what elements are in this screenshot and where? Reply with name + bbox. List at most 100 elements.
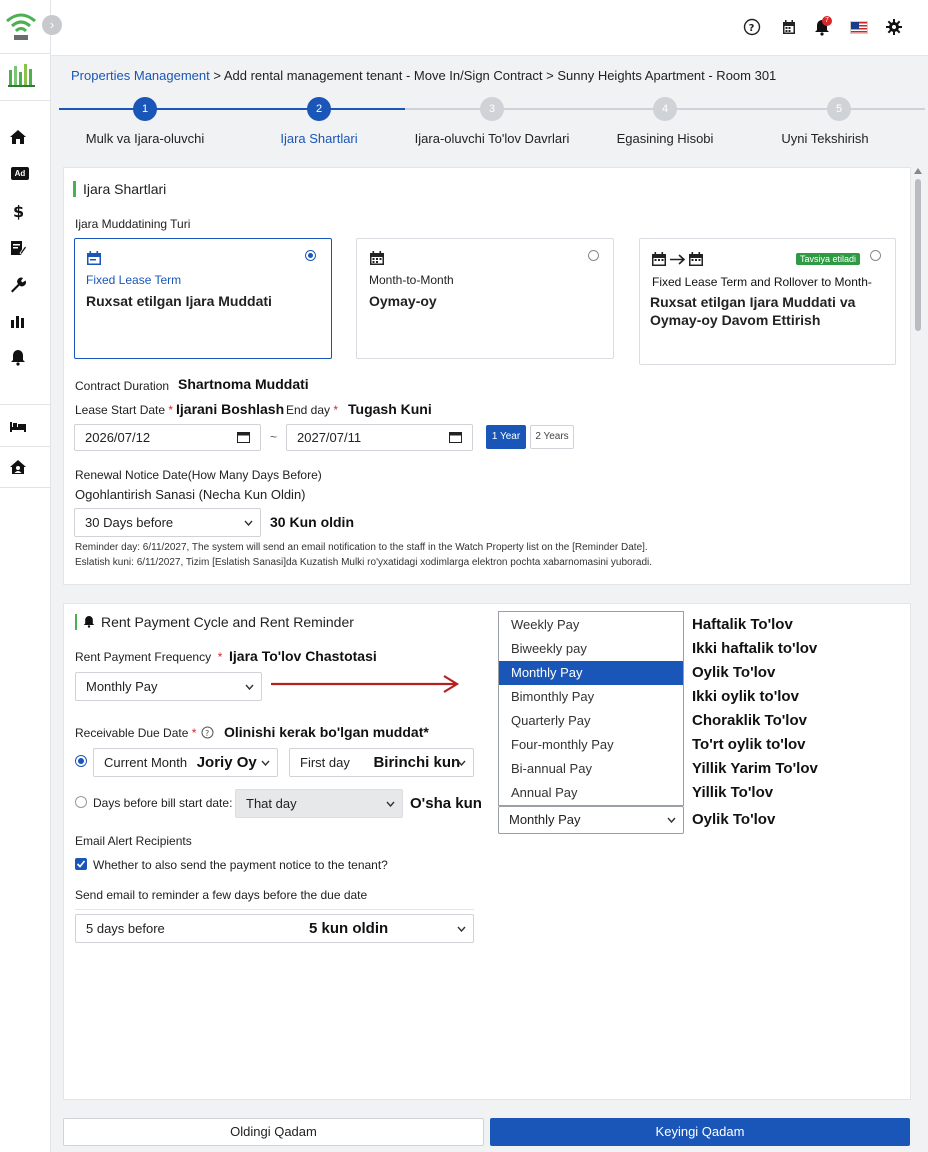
home-icon[interactable]: [9, 128, 31, 148]
contract-edit-icon[interactable]: [9, 239, 31, 259]
chevron-down-icon: [261, 760, 270, 766]
bell-icon[interactable]: [9, 348, 31, 368]
current-month-select[interactable]: Current Month Joriy Oy: [93, 748, 278, 777]
house-user-icon[interactable]: [9, 458, 31, 478]
scrollbar-thumb[interactable]: [915, 179, 921, 331]
reminder-days-select[interactable]: 5 days before 5 kun oldin: [75, 914, 474, 943]
help-icon[interactable]: ?: [201, 726, 214, 739]
scroll-up-icon[interactable]: [914, 168, 922, 174]
payment-frequency-select[interactable]: Monthly Pay: [498, 806, 684, 834]
renewal-notice-select[interactable]: 30 Days before: [74, 508, 261, 537]
translation-weekly: Haftalik To'lov: [692, 616, 793, 633]
us-flag-icon[interactable]: [850, 21, 868, 34]
current-month-value: Current Month: [104, 755, 188, 770]
first-day-uz: Birinchi kun: [373, 754, 461, 771]
option-month-to-month-en: Month-to-Month: [369, 273, 454, 287]
dropdown-option-biweekly[interactable]: Biweekly pay: [499, 637, 683, 661]
step-2-label[interactable]: Ijara Shartlari: [280, 131, 357, 146]
payment-frequency-selected: Monthly Pay: [509, 812, 581, 827]
step-4-circle[interactable]: 4: [653, 97, 677, 121]
step-1-circle[interactable]: 1: [133, 97, 157, 121]
svg-text:$: $: [13, 202, 24, 220]
recommended-badge: Tavsiya etiladi: [796, 253, 861, 265]
translation-bi-annual: Yillik Yarim To'lov: [692, 760, 818, 777]
dollar-icon[interactable]: $: [9, 202, 31, 222]
date-range-separator: ~: [270, 430, 278, 444]
bed-icon[interactable]: [9, 417, 31, 437]
step-1-label[interactable]: Mulk va Ijara-oluvchi: [86, 131, 205, 146]
that-day-value: That day: [246, 796, 297, 811]
lease-start-uz: Ijarani Boshlash: [176, 401, 285, 417]
wrench-icon[interactable]: [9, 276, 31, 296]
step-3-circle[interactable]: 3: [480, 97, 504, 121]
lease-start-label-text: Lease Start Date: [75, 403, 166, 417]
ads-icon[interactable]: Ad: [11, 167, 29, 180]
chevron-down-icon: [244, 520, 253, 526]
date-picker-icon[interactable]: [449, 431, 462, 443]
option-rollover-uz: Ruxsat etilgan Ijara Muddati va Oymay-oy…: [650, 294, 856, 328]
that-day-select[interactable]: That day: [235, 789, 403, 818]
lease-end-date-input[interactable]: 2027/07/11: [286, 424, 473, 451]
step-5-circle[interactable]: 5: [827, 97, 851, 121]
dropdown-option-four-monthly[interactable]: Four-monthly Pay: [499, 733, 683, 757]
translation-monthly: Oylik To'lov: [692, 664, 776, 681]
send-to-tenant-checkbox[interactable]: [75, 858, 87, 870]
two-years-button[interactable]: 2 Years: [530, 425, 574, 449]
end-day-label: End day *: [286, 403, 338, 417]
dropdown-option-bi-annual[interactable]: Bi-annual Pay: [499, 757, 683, 781]
send-reminder-label: Send email to reminder a few days before…: [75, 888, 368, 902]
that-day-uz: O'sha kun: [410, 795, 482, 812]
option-rollover-radio[interactable]: [870, 250, 881, 261]
sidebar-divider: [0, 53, 51, 54]
help-icon[interactable]: ?: [743, 18, 761, 36]
option-fixed-lease-en: Fixed Lease Term: [86, 273, 182, 287]
calendar-icon[interactable]: [780, 18, 798, 36]
bar-chart-icon[interactable]: [9, 312, 31, 332]
chevron-down-icon: [245, 684, 254, 690]
translation-quarterly: Choraklik To'lov: [692, 712, 807, 729]
next-step-button[interactable]: Keyingi Qadam: [490, 1118, 910, 1146]
previous-step-button[interactable]: Oldingi Qadam: [63, 1118, 484, 1146]
translation-four-monthly: To'rt oylik to'lov: [692, 736, 806, 753]
current-month-uz: Joriy Oy: [196, 754, 257, 771]
rent-frequency-label: Rent Payment Frequency *: [75, 650, 222, 664]
option-fixed-lease-uz: Ruxsat etilgan Ijara Muddati: [86, 293, 272, 309]
progress-stepper: 1 2 3 4 5 Mulk va Ijara-oluvchi Ijara Sh…: [51, 92, 928, 152]
one-year-button[interactable]: 1 Year: [486, 425, 526, 449]
first-day-select[interactable]: First day Birinchi kun: [289, 748, 474, 777]
notification-badge: 7: [822, 16, 832, 26]
dropdown-option-monthly[interactable]: Monthly Pay: [499, 661, 683, 685]
step-3-label[interactable]: Ijara-oluvchi To'lov Davrlari: [415, 131, 570, 146]
rent-frequency-select[interactable]: Monthly Pay: [75, 672, 262, 701]
dropdown-option-quarterly[interactable]: Quarterly Pay: [499, 709, 683, 733]
current-month-radio[interactable]: [75, 755, 87, 767]
step-2-circle[interactable]: 2: [307, 97, 331, 121]
option-rollover-en: Fixed Lease Term and Rollover to Month-: [652, 275, 872, 289]
end-day-uz: Tugash Kuni: [348, 401, 432, 417]
sidebar-divider: [0, 487, 51, 488]
step-5-label[interactable]: Uyni Tekshirish: [781, 131, 868, 146]
renewal-notice-uz: Ogohlantirish Sanasi (Necha Kun Oldin): [75, 487, 306, 502]
breadcrumb-properties-link[interactable]: Properties Management: [71, 68, 210, 83]
translation-annual: Yillik To'lov: [692, 784, 774, 801]
calendar-edit-icon: [87, 251, 101, 265]
renewal-notice-value: 30 Days before: [85, 515, 174, 530]
breadcrumb: Properties Management > Add rental manag…: [71, 68, 776, 83]
date-picker-icon[interactable]: [237, 431, 250, 443]
due-date-label-text: Receivable Due Date: [75, 726, 189, 740]
dropdown-option-weekly[interactable]: Weekly Pay: [499, 613, 683, 637]
option-fixed-lease-radio[interactable]: [305, 250, 316, 261]
collapse-sidebar-button[interactable]: ›: [42, 15, 62, 35]
contract-duration-label: Contract Duration: [75, 379, 170, 393]
dropdown-option-annual[interactable]: Annual Pay: [499, 781, 683, 805]
settings-gear-icon[interactable]: [885, 18, 903, 36]
days-before-radio[interactable]: [75, 796, 87, 808]
send-to-tenant-label: Whether to also send the payment notice …: [93, 858, 388, 872]
calendar-rollover-icon: [652, 252, 703, 266]
dropdown-option-bimonthly[interactable]: Bimonthly Pay: [499, 685, 683, 709]
option-month-to-month-radio[interactable]: [588, 250, 599, 261]
sidebar-divider: [0, 446, 51, 447]
page-scrollbar[interactable]: [913, 167, 923, 1100]
lease-start-date-input[interactable]: 2026/07/12: [74, 424, 261, 451]
step-4-label[interactable]: Egasining Hisobi: [617, 131, 714, 146]
